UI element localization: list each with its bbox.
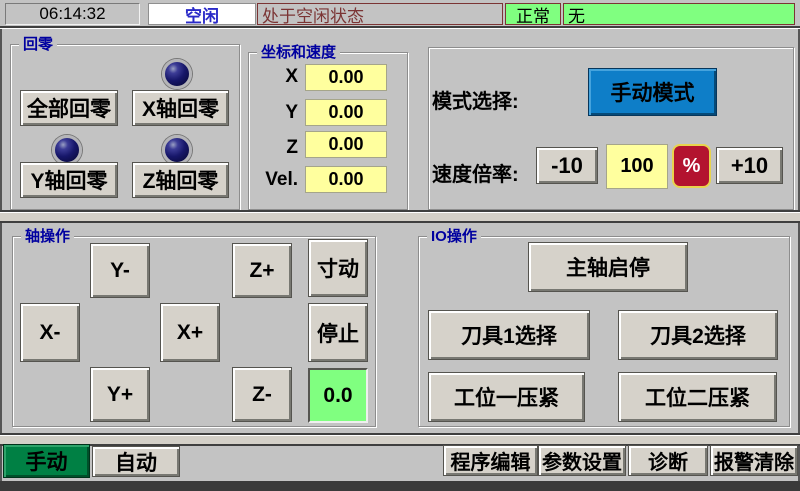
override-decrease-button[interactable]: -10 — [536, 147, 598, 184]
override-value-display: 100 — [606, 144, 668, 189]
jog-z-plus-button[interactable]: Z+ — [232, 243, 292, 298]
coord-label-y: Y — [250, 102, 298, 124]
clock-display: 06:14:32 — [5, 3, 140, 25]
alarm-message-display: 无 — [563, 3, 795, 25]
homing-panel-title: 回零 — [19, 35, 57, 54]
bottom-dark-strip — [0, 481, 800, 491]
nav-alarm-clear-button[interactable]: 报警清除 — [710, 445, 798, 476]
mode-manual-button[interactable]: 手动模式 — [588, 68, 717, 116]
jog-mode-button[interactable]: 寸动 — [308, 239, 368, 297]
coord-value-y: 0.00 — [305, 99, 387, 126]
status-message-display: 处于空闲状态 — [257, 3, 503, 25]
horizontal-divider-top — [0, 212, 800, 223]
x-home-led — [162, 59, 192, 89]
coord-label-x: X — [250, 66, 298, 88]
jog-x-minus-button[interactable]: X- — [20, 303, 80, 362]
y-home-led — [52, 135, 82, 165]
jog-y-plus-button[interactable]: Y+ — [90, 367, 150, 422]
machine-state-display: 空闲 — [148, 3, 256, 25]
nav-auto-button[interactable]: 自动 — [92, 446, 180, 477]
mode-select-label: 模式选择: — [432, 85, 519, 114]
coord-label-vel: Vel. — [250, 169, 298, 191]
home-x-button[interactable]: X轴回零 — [132, 90, 229, 126]
override-unit-badge: % — [672, 144, 711, 188]
nav-program-edit-button[interactable]: 程序编辑 — [443, 445, 538, 476]
tool2-select-button[interactable]: 刀具2选择 — [618, 310, 778, 360]
home-y-button[interactable]: Y轴回零 — [20, 162, 118, 198]
axis-operation-title: 轴操作 — [21, 227, 74, 246]
alarm-state-display: 正常 — [505, 3, 561, 25]
hmi-screen: 06:14:32 空闲 处于空闲状态 正常 无 回零 全部回零 X轴回零 Y轴回… — [0, 0, 800, 491]
io-operation-title: IO操作 — [427, 227, 481, 246]
station2-clamp-button[interactable]: 工位二压紧 — [618, 372, 777, 422]
spindle-start-stop-button[interactable]: 主轴启停 — [528, 242, 688, 292]
coord-value-vel: 0.00 — [305, 166, 387, 193]
jog-x-plus-button[interactable]: X+ — [160, 303, 220, 362]
nav-manual-button[interactable]: 手动 — [3, 444, 90, 478]
jog-y-minus-button[interactable]: Y- — [90, 243, 150, 298]
jog-step-value-display: 0.0 — [308, 368, 368, 423]
coord-value-x: 0.00 — [305, 64, 387, 91]
coord-value-z: 0.00 — [305, 131, 387, 158]
nav-diagnosis-button[interactable]: 诊断 — [628, 445, 708, 476]
tool1-select-button[interactable]: 刀具1选择 — [428, 310, 590, 360]
home-z-button[interactable]: Z轴回零 — [132, 162, 229, 198]
nav-param-settings-button[interactable]: 参数设置 — [538, 445, 626, 476]
home-all-button[interactable]: 全部回零 — [20, 90, 118, 126]
jog-z-minus-button[interactable]: Z- — [232, 367, 292, 422]
override-increase-button[interactable]: +10 — [716, 147, 783, 184]
station1-clamp-button[interactable]: 工位一压紧 — [428, 372, 585, 422]
z-home-led — [162, 135, 192, 165]
coordinates-panel-title: 坐标和速度 — [257, 43, 340, 62]
speed-override-label: 速度倍率: — [432, 158, 519, 187]
header-status-bar: 06:14:32 空闲 处于空闲状态 正常 无 — [0, 0, 800, 28]
stop-button[interactable]: 停止 — [308, 303, 368, 362]
coord-label-z: Z — [250, 137, 298, 159]
